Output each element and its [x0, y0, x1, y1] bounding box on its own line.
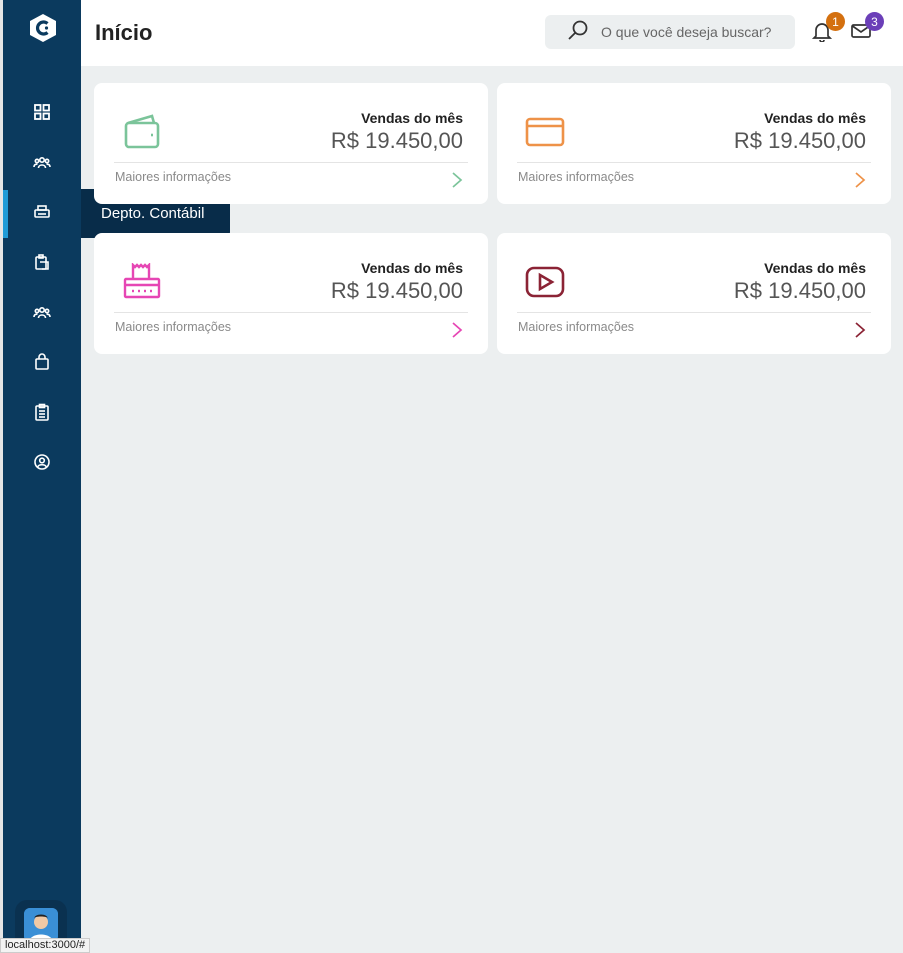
card-value: R$ 19.450,00	[330, 128, 463, 153]
sidebar-item-shopping[interactable]	[3, 340, 81, 388]
stat-card: Vendas do mês R$ 19.450,00 Maiores infor…	[497, 83, 891, 204]
sidebar-item-reports[interactable]	[3, 390, 81, 438]
mail-icon	[850, 24, 872, 46]
avatar	[24, 908, 58, 942]
card-divider	[114, 312, 468, 313]
credit-card-icon	[525, 113, 565, 153]
sidebar-item-team[interactable]	[3, 140, 81, 188]
sidebar-item-groups[interactable]	[3, 290, 81, 338]
notifications-button[interactable]: 1	[811, 12, 845, 46]
chevron-right-icon[interactable]	[854, 321, 866, 339]
sidebar-item-profile[interactable]	[3, 440, 81, 488]
card-value: R$ 19.450,00	[330, 278, 463, 303]
card-title: Vendas do mês	[764, 260, 866, 276]
card-divider	[517, 162, 871, 163]
browser-status-url: localhost:3000/#	[0, 938, 91, 953]
card-title: Vendas do mês	[361, 110, 463, 126]
top-header: Início 1 3	[81, 0, 903, 66]
more-info-link[interactable]: Maiores informações	[518, 320, 634, 334]
search-input[interactable]	[599, 23, 793, 41]
more-info-link[interactable]: Maiores informações	[518, 170, 634, 184]
messages-badge: 3	[865, 12, 884, 31]
chevron-right-icon[interactable]	[451, 321, 463, 339]
chevron-right-icon[interactable]	[451, 171, 463, 189]
stat-card: Vendas do mês R$ 19.450,00 Maiores infor…	[94, 233, 488, 354]
sidebar-item-documents[interactable]	[3, 240, 81, 288]
shopping-bag-icon	[33, 352, 51, 376]
card-title: Vendas do mês	[764, 110, 866, 126]
card-divider	[114, 162, 468, 163]
c-logo-icon[interactable]	[30, 14, 56, 42]
stat-card: Vendas do mês R$ 19.450,00 Maiores infor…	[497, 233, 891, 354]
chevron-right-icon[interactable]	[854, 171, 866, 189]
more-info-link[interactable]: Maiores informações	[115, 170, 231, 184]
search-icon	[545, 19, 589, 46]
grid-icon	[33, 103, 51, 126]
clipboard-list-icon	[33, 403, 51, 426]
card-value: R$ 19.450,00	[733, 278, 866, 303]
card-value: R$ 19.450,00	[733, 128, 866, 153]
user-circle-icon	[33, 453, 51, 476]
page-title: Início	[95, 20, 153, 45]
bell-icon	[811, 23, 833, 46]
card-title: Vendas do mês	[361, 260, 463, 276]
users-icon	[33, 153, 51, 176]
clipboard-copy-icon	[33, 253, 51, 276]
sidebar-item-dashboard[interactable]	[3, 90, 81, 138]
card-divider	[517, 312, 871, 313]
notifications-badge: 1	[826, 12, 845, 31]
wallet-icon	[122, 113, 162, 153]
video-play-icon	[525, 263, 565, 303]
users-icon	[33, 303, 51, 326]
sidebar	[3, 0, 81, 952]
sidebar-item-depto-contabil[interactable]	[3, 190, 81, 238]
more-info-link[interactable]: Maiores informações	[115, 320, 231, 334]
receipt-printer-icon	[122, 262, 162, 303]
search-bar[interactable]	[545, 15, 795, 49]
printer-icon	[33, 203, 51, 226]
stat-card: Vendas do mês R$ 19.450,00 Maiores infor…	[94, 83, 488, 204]
messages-button[interactable]: 3	[850, 12, 884, 46]
